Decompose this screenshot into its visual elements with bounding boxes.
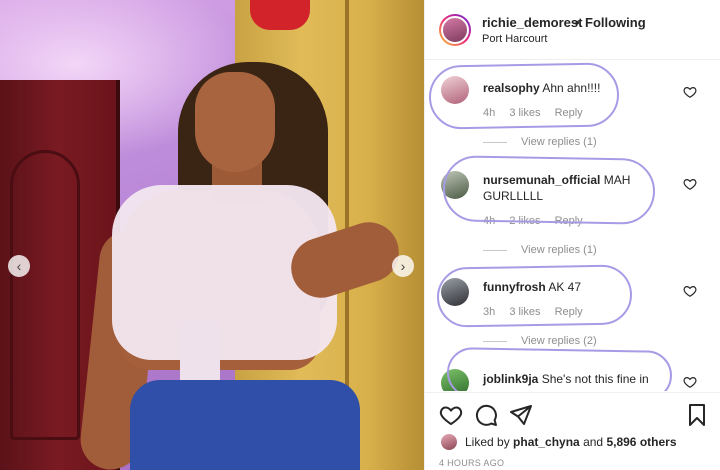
- view-replies-label[interactable]: View replies (1): [521, 244, 597, 256]
- view-replies-label[interactable]: View replies (2): [521, 335, 597, 347]
- comment-text: Ahn ahn!!!!: [542, 81, 601, 95]
- separator-dot: •: [575, 15, 580, 30]
- heart-icon[interactable]: [683, 177, 697, 191]
- comment-body: realsophy Ahn ahn!!!!: [483, 80, 683, 96]
- post-photo[interactable]: ‹ ›: [0, 0, 424, 470]
- comment-body: joblink9ja She's not this fine in: [483, 371, 683, 387]
- comment-username[interactable]: nursemunah_official: [483, 173, 600, 187]
- post-timestamp: 4 HOURS AGO: [439, 458, 505, 468]
- bookmark-icon[interactable]: [685, 403, 709, 427]
- chevron-right-icon[interactable]: ›: [392, 255, 414, 277]
- comment-time: 3h: [483, 306, 496, 318]
- comments-list[interactable]: realsophy Ahn ahn!!!! 4h 3 likes Reply V…: [425, 61, 720, 391]
- following-button[interactable]: Following: [585, 15, 646, 30]
- avatar[interactable]: [441, 171, 469, 199]
- heart-icon[interactable]: [683, 284, 697, 298]
- view-replies-button[interactable]: View replies (1): [483, 136, 597, 148]
- face: [195, 72, 275, 172]
- comment-username[interactable]: realsophy: [483, 81, 540, 95]
- likes-text: Liked by phat_chyna and 5,896 others: [465, 435, 677, 449]
- liked-by-others[interactable]: 5,896 others: [606, 435, 676, 449]
- comment-meta: 3h 3 likes Reply: [483, 306, 594, 318]
- red-object: [250, 0, 310, 30]
- avatar[interactable]: [441, 76, 469, 104]
- jeans: [130, 380, 360, 470]
- post-location[interactable]: Port Harcourt: [482, 33, 547, 45]
- paper-plane-icon[interactable]: [509, 403, 533, 427]
- post-header: richie_demorest • Following Port Harcour…: [425, 0, 720, 60]
- avatar[interactable]: [441, 369, 469, 391]
- liked-by-user[interactable]: phat_chyna: [513, 435, 580, 449]
- comment-likes[interactable]: 3 likes: [509, 107, 540, 119]
- comment-username[interactable]: funnyfrosh: [483, 280, 546, 294]
- comment-icon[interactable]: [474, 403, 498, 427]
- heart-icon[interactable]: [683, 85, 697, 99]
- liked-by-conjunction: and: [583, 435, 604, 449]
- reply-button[interactable]: Reply: [555, 107, 583, 119]
- liked-by-prefix: Liked by: [465, 435, 510, 449]
- heart-icon[interactable]: [439, 403, 463, 427]
- comment-likes[interactable]: 2 likes: [509, 215, 540, 227]
- comment-time: 4h: [483, 107, 496, 119]
- comment-text: AK 47: [548, 280, 582, 294]
- likes-summary: Liked by phat_chyna and 5,896 others: [425, 432, 720, 452]
- comment-username[interactable]: joblink9ja: [483, 372, 538, 386]
- view-replies-button[interactable]: View replies (2): [483, 335, 597, 347]
- post-side-panel: richie_demorest • Following Port Harcour…: [424, 0, 720, 470]
- comment-time: 4h: [483, 215, 496, 227]
- chevron-left-icon[interactable]: ‹: [8, 255, 30, 277]
- reply-button[interactable]: Reply: [555, 306, 583, 318]
- avatar[interactable]: [439, 14, 471, 46]
- comment-body: funnyfrosh AK 47: [483, 279, 683, 295]
- reply-button[interactable]: Reply: [555, 215, 583, 227]
- view-replies-label[interactable]: View replies (1): [521, 136, 597, 148]
- comment-likes[interactable]: 3 likes: [509, 306, 540, 318]
- post-username[interactable]: richie_demorest: [482, 15, 582, 30]
- avatar[interactable]: [441, 434, 457, 450]
- comment-meta: 4h 2 likes Reply: [483, 215, 594, 227]
- comment-meta: 4h 3 likes Reply: [483, 107, 594, 119]
- comment-text: She's not this fine in: [541, 372, 649, 386]
- heart-icon[interactable]: [683, 375, 697, 389]
- door-panel: [10, 150, 80, 440]
- post-actions: [425, 392, 720, 432]
- view-replies-button[interactable]: View replies (1): [483, 244, 597, 256]
- avatar[interactable]: [441, 278, 469, 306]
- comment-body: nursemunah_official MAH GURLLLLL: [483, 172, 683, 204]
